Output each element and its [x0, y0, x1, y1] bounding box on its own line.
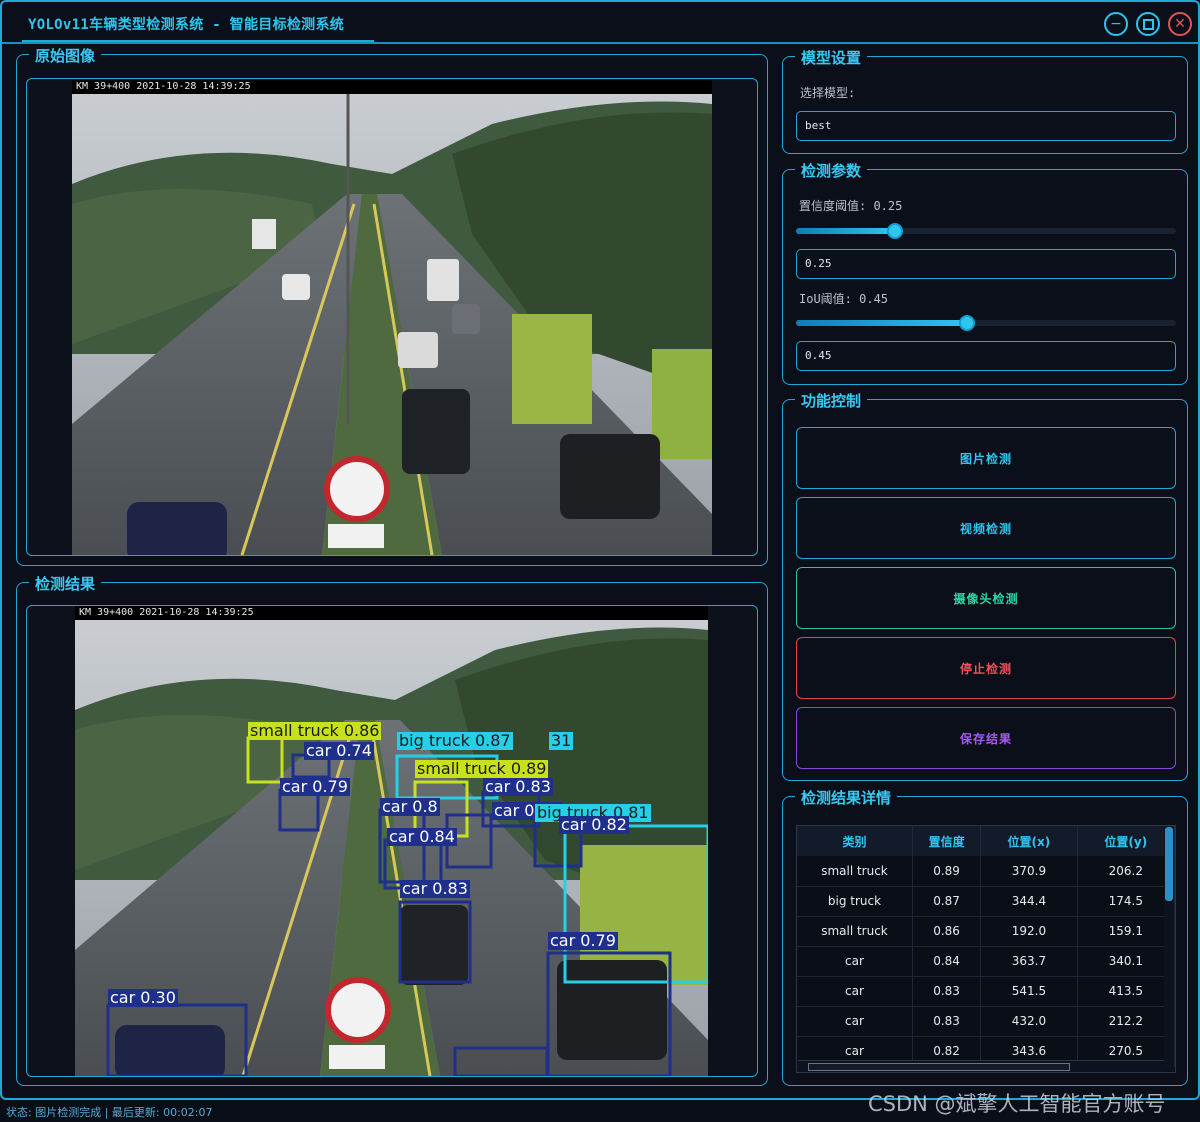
column-header-confidence[interactable]: 置信度	[912, 826, 982, 856]
detect-params-title: 检测参数	[795, 160, 868, 181]
camera-detect-button[interactable]: 摄像头检测	[796, 567, 1176, 629]
original-scene	[72, 94, 712, 555]
detection-label: car 0.84	[387, 827, 457, 846]
table-cell: small truck	[797, 916, 913, 947]
original-timestamp: KM 39+400 2021-10-28 14:39:25	[76, 81, 251, 92]
confidence-input[interactable]: 0.25	[796, 249, 1176, 279]
table-cell: 0.86	[912, 916, 982, 947]
detection-label: car 0.30	[108, 988, 178, 1007]
table-cell: 0.89	[912, 856, 982, 887]
stop-detect-button[interactable]: 停止检测	[796, 637, 1176, 699]
column-header-x[interactable]: 位置(x)	[980, 826, 1078, 856]
table-row[interactable]: small truck 0.86 192.0 159.1	[797, 916, 1175, 947]
result-image: KM 39+400 2021-10-28 14:39:25 small truc…	[75, 606, 708, 1076]
iou-slider-handle[interactable]	[959, 315, 975, 331]
maximize-button[interactable]	[1136, 12, 1160, 36]
table-cell: 212.2	[1077, 1006, 1175, 1037]
detection-label: small truck 0.89	[415, 759, 549, 778]
status-bar: 状态: 图片检测完成 | 最后更新: 00:02:07	[6, 1106, 213, 1119]
iou-label: IoU阈值: 0.45	[799, 292, 889, 306]
result-image-title: 检测结果	[29, 573, 102, 594]
table-cell: 206.2	[1077, 856, 1175, 887]
detection-label: car 0.8	[380, 797, 440, 816]
table-cell: 340.1	[1077, 946, 1175, 977]
close-button[interactable]: ✕	[1168, 12, 1192, 36]
detection-label: small truck 0.86	[248, 721, 382, 740]
result-scene	[75, 620, 708, 1076]
table-cell: car	[797, 946, 913, 977]
model-select[interactable]: best	[796, 111, 1176, 141]
minimize-button[interactable]: −	[1104, 12, 1128, 36]
window-title: YOLOv11车辆类型检测系统 - 智能目标检测系统	[28, 17, 345, 33]
table-cell: 174.5	[1077, 886, 1175, 917]
details-horizontal-scrollbar[interactable]	[798, 1060, 1164, 1072]
select-model-label: 选择模型:	[800, 86, 856, 100]
table-cell: car	[797, 1006, 913, 1037]
column-header-class[interactable]: 类别	[797, 826, 913, 856]
table-header-row: 类别 置信度 位置(x) 位置(y)	[797, 826, 1175, 856]
iou-input[interactable]: 0.45	[796, 341, 1176, 371]
table-cell: big truck	[797, 886, 913, 917]
maximize-icon	[1142, 18, 1154, 30]
confidence-slider[interactable]	[796, 223, 1176, 239]
title-bar[interactable]: YOLOv11车辆类型检测系统 - 智能目标检测系统 − ✕	[2, 2, 1198, 44]
table-cell: 363.7	[980, 946, 1078, 977]
iou-slider-fill	[796, 320, 967, 326]
table-row[interactable]: small truck 0.89 370.9 206.2	[797, 856, 1175, 887]
detection-label: car 0.83	[400, 879, 470, 898]
details-vertical-scrollbar-thumb[interactable]	[1165, 827, 1173, 901]
confidence-slider-handle[interactable]	[886, 223, 903, 239]
details-table: 类别 置信度 位置(x) 位置(y) small truck 0.89 370.9 2…	[797, 826, 1175, 1067]
column-header-y[interactable]: 位置(y)	[1077, 826, 1175, 856]
table-cell: 370.9	[980, 856, 1078, 887]
table-row[interactable]: car 0.83 541.5 413.5	[797, 976, 1175, 1007]
confidence-label: 置信度阈值: 0.25	[799, 199, 903, 213]
table-cell: 0.87	[912, 886, 982, 917]
table-cell: 413.5	[1077, 976, 1175, 1007]
watermark: CSDN @斌擎人工智能官方账号	[868, 1092, 1166, 1116]
save-result-button[interactable]: 保存结果	[796, 707, 1176, 769]
minimize-icon: −	[1110, 16, 1122, 32]
detection-label: 31	[549, 731, 574, 750]
detection-label: car 0.79	[548, 931, 618, 950]
details-vertical-scrollbar[interactable]	[1164, 827, 1174, 1071]
details-table-container[interactable]: 类别 置信度 位置(x) 位置(y) small truck 0.89 370.9 2…	[796, 825, 1176, 1073]
original-image: KM 39+400 2021-10-28 14:39:25	[72, 80, 712, 555]
table-cell: 159.1	[1077, 916, 1175, 947]
table-cell: 0.83	[912, 976, 982, 1007]
details-horizontal-scrollbar-thumb[interactable]	[808, 1063, 1070, 1071]
table-row[interactable]: car 0.84 363.7 340.1	[797, 946, 1175, 977]
detection-label: big truck 0.87	[397, 731, 513, 750]
iou-slider[interactable]	[796, 315, 1176, 331]
image-detect-button[interactable]: 图片检测	[796, 427, 1176, 489]
detection-label: car 0.83	[483, 777, 553, 796]
app-window: YOLOv11车辆类型检测系统 - 智能目标检测系统 − ✕ 原始图像 KM 3…	[0, 0, 1200, 1100]
close-icon: ✕	[1174, 16, 1186, 32]
detection-label: car 0.74	[304, 741, 374, 760]
confidence-slider-fill	[796, 228, 895, 234]
title-underline	[22, 40, 374, 42]
table-cell: 541.5	[980, 976, 1078, 1007]
table-cell: 192.0	[980, 916, 1078, 947]
result-timestamp: KM 39+400 2021-10-28 14:39:25	[79, 607, 254, 618]
table-cell: 432.0	[980, 1006, 1078, 1037]
table-cell: 344.4	[980, 886, 1078, 917]
details-title: 检测结果详情	[795, 787, 898, 808]
table-cell: 0.84	[912, 946, 982, 977]
video-detect-button[interactable]: 视频检测	[796, 497, 1176, 559]
model-settings-title: 模型设置	[795, 47, 868, 68]
table-cell: car	[797, 976, 913, 1007]
table-cell: 0.83	[912, 1006, 982, 1037]
controls-title: 功能控制	[795, 390, 868, 411]
table-row[interactable]: car 0.83 432.0 212.2	[797, 1006, 1175, 1037]
detection-label: car 0.82	[559, 815, 629, 834]
detection-label: car 0.79	[280, 777, 350, 796]
table-cell: small truck	[797, 856, 913, 887]
table-row[interactable]: big truck 0.87 344.4 174.5	[797, 886, 1175, 917]
original-image-title: 原始图像	[29, 45, 102, 66]
